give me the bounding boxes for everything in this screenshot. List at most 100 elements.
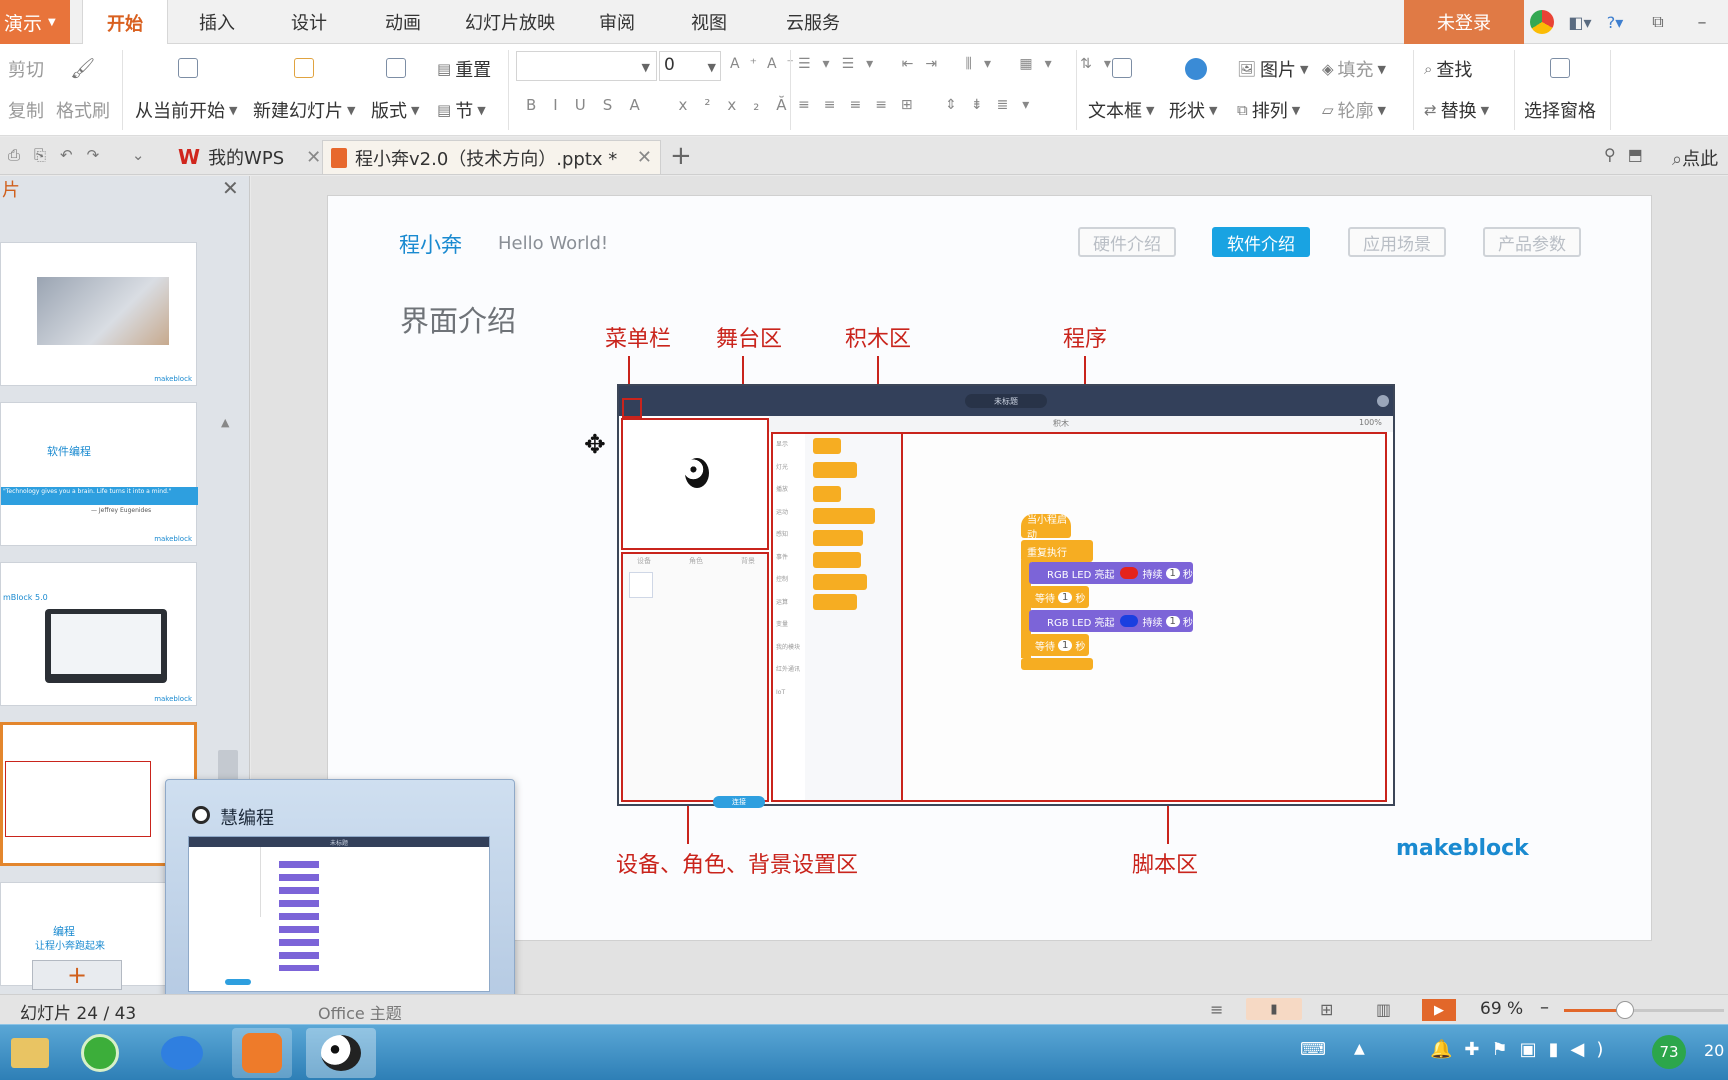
file-explorer-icon[interactable] xyxy=(0,1028,60,1078)
scroll-up-icon[interactable]: ▲ xyxy=(221,416,229,429)
format-painter-button[interactable]: 格式刷 xyxy=(56,97,110,123)
mock-stage xyxy=(621,418,769,550)
section-button[interactable]: ▤ 节 ▼ xyxy=(437,97,486,123)
font-grow-shrink-icons[interactable]: A⁺A⁻ xyxy=(730,56,804,72)
tab-tools-icons[interactable]: ⚲⬒ xyxy=(1604,145,1655,164)
normal-view-button[interactable]: ▮ xyxy=(1246,998,1302,1020)
cut-button[interactable]: 剪切 xyxy=(8,56,44,82)
arrange-label: 排列 xyxy=(1251,101,1288,122)
label-device-area: 设备、角色、背景设置区 xyxy=(616,853,859,878)
mock-wait-label: 等待 xyxy=(1035,641,1055,653)
slide-thumbnail-2[interactable]: 软件编程 "Technology gives you a brain. Life… xyxy=(0,402,198,546)
outline-button[interactable]: ▱ 轮廓 ▼ xyxy=(1322,97,1386,123)
selection-pane-icon xyxy=(1550,58,1570,78)
thumb-laptop-screen xyxy=(51,614,161,674)
taskbar: ⌨ ▲ 🔔✚⚑▣▮◀) 73 20 xyxy=(0,1024,1728,1080)
fill-button[interactable]: ◈ 填充 ▼ xyxy=(1322,56,1386,82)
tray-expand-icon[interactable]: ▲ xyxy=(1354,1041,1365,1057)
tab-review[interactable]: 审阅 xyxy=(584,0,650,44)
quick-access-icons[interactable]: ⎙⎘↶↷ ⌄ xyxy=(8,146,158,164)
battery-badge[interactable]: 73 xyxy=(1652,1035,1686,1069)
mock-device-card xyxy=(629,572,653,598)
close-icon[interactable]: ✕ xyxy=(222,176,239,200)
tab-slideshow[interactable]: 幻灯片放映 xyxy=(456,0,564,44)
thumb-subtitle: 让程小奔跑起来 xyxy=(35,941,105,952)
find-label: 查找 xyxy=(1436,60,1473,81)
nav-params-button[interactable]: 产品参数 xyxy=(1483,227,1581,257)
wps-p-icon xyxy=(242,1033,282,1073)
close-icon[interactable]: ✕ xyxy=(637,147,652,168)
add-slide-button[interactable]: + xyxy=(32,960,122,990)
wps-presentation-taskbar-icon[interactable] xyxy=(232,1028,292,1078)
nav-software-button[interactable]: 软件介绍 xyxy=(1212,227,1310,257)
paragraph-list-icons[interactable]: ☰▾☰▾ ⇤⇥ ⫼▾ ▦▾ ⇅▾ xyxy=(798,56,1123,72)
tray-icons[interactable]: 🔔✚⚑▣▮◀) xyxy=(1430,1039,1615,1060)
layout-button[interactable]: 版式 ▼ xyxy=(371,97,419,123)
tab-cloud[interactable]: 云服务 xyxy=(768,0,858,44)
browser-icon[interactable] xyxy=(1530,10,1554,34)
login-button[interactable]: 未登录 xyxy=(1404,0,1524,44)
battery-value: 73 xyxy=(1659,1043,1679,1061)
tab-insert[interactable]: 插入 xyxy=(184,0,250,44)
selection-pane-button[interactable]: 选择窗格 xyxy=(1524,97,1596,123)
slide-thumbnail-3[interactable]: mBlock 5.0 makeblock xyxy=(0,562,197,706)
keyboard-icon[interactable]: ⌨ xyxy=(1300,1039,1326,1060)
help-icon[interactable]: ?▾ xyxy=(1600,10,1630,34)
close-icon[interactable]: ✕ xyxy=(306,147,321,168)
font-size-select[interactable]: 0 ▼ xyxy=(659,51,721,81)
zoom-out-icon[interactable]: – xyxy=(1540,997,1549,1018)
ribbon-separator xyxy=(790,50,791,130)
font-style-icons[interactable]: BIUSA x²x₂Ă xyxy=(526,96,804,114)
nav-scenarios-button[interactable]: 应用场景 xyxy=(1348,227,1446,257)
clock[interactable]: 20 xyxy=(1704,1041,1724,1060)
tab-view[interactable]: 视图 xyxy=(676,0,742,44)
popup-mock-stage xyxy=(189,847,261,917)
tab-my-wps[interactable]: W 我的WPS ✕ xyxy=(170,140,329,174)
minimize-icon[interactable]: – xyxy=(1690,10,1714,34)
mblock-taskbar-icon[interactable] xyxy=(306,1028,376,1078)
zoom-slider[interactable] xyxy=(1564,1001,1724,1019)
tab-design[interactable]: 设计 xyxy=(276,0,342,44)
slide-thumbnail-1[interactable]: makeblock xyxy=(0,242,197,386)
tab-view-label: 视图 xyxy=(691,13,727,34)
caret-icon: ▼ xyxy=(707,61,716,74)
skin-icon[interactable]: ◧▾ xyxy=(1562,10,1598,34)
zoom-slider-thumb[interactable] xyxy=(1616,1001,1634,1019)
mock-led-blue-block: RGB LED 亮起 持续 1 秒 xyxy=(1029,610,1193,632)
nav-hardware-button[interactable]: 硬件介绍 xyxy=(1078,227,1176,257)
tab-animation[interactable]: 动画 xyxy=(370,0,436,44)
arrange-button[interactable]: ⧉ 排列 ▼ xyxy=(1237,97,1300,123)
search-hint[interactable]: ⌕点此 xyxy=(1672,145,1718,171)
slide[interactable]: 程小奔 Hello World! 硬件介绍 软件介绍 应用场景 产品参数 界面介… xyxy=(327,195,1652,941)
sorter-view-icon[interactable]: ⊞ xyxy=(1320,1000,1333,1019)
restore-icon[interactable]: ⧉ xyxy=(1646,10,1670,34)
tab-home[interactable]: 开始 xyxy=(82,0,168,45)
tab-cloud-label: 云服务 xyxy=(786,13,840,34)
cloud-app-icon[interactable] xyxy=(152,1028,212,1078)
find-button[interactable]: ⌕ 查找 xyxy=(1424,56,1472,82)
from-current-button[interactable]: 从当前开始 ▼ xyxy=(135,97,237,123)
new-tab-plus-icon[interactable]: + xyxy=(670,141,692,171)
play-slideshow-icon[interactable]: ▶ xyxy=(1422,999,1456,1021)
replace-button[interactable]: ⇄ 替换 ▼ xyxy=(1424,97,1489,123)
tab-document[interactable]: 程小奔v2.0（技术方向）.pptx * ✕ xyxy=(322,140,661,174)
picture-button[interactable]: 🖼 图片 ▼ xyxy=(1237,56,1309,82)
shape-label: 形状 xyxy=(1169,101,1205,122)
font-name-select[interactable]: ▼ xyxy=(516,51,657,81)
thumb-logo: makeblock xyxy=(154,695,192,703)
ribbon-separator xyxy=(1514,50,1515,130)
textbox-button[interactable]: 文本框 ▼ xyxy=(1088,97,1154,123)
copy-button[interactable]: 复制 xyxy=(8,97,44,123)
notes-icon[interactable]: ≡ xyxy=(1210,1000,1223,1019)
thumb-author: — Jeffrey Eugenides xyxy=(91,507,152,514)
browser-taskbar-icon[interactable] xyxy=(70,1028,130,1078)
new-slide-button[interactable]: 新建幻灯片 ▼ xyxy=(253,97,355,123)
paragraph-align-icons[interactable]: ≡≡≡≡⊞ ⇕⇟≣▾ xyxy=(798,97,1043,113)
reading-view-icon[interactable]: ▥ xyxy=(1376,1000,1391,1019)
mock-led-label: RGB LED 亮起 xyxy=(1047,569,1115,581)
play-from-current-icon xyxy=(178,58,198,78)
taskbar-preview-popup[interactable]: 慧编程 未标题 xyxy=(165,779,515,1017)
shape-button[interactable]: 形状 ▼ xyxy=(1169,97,1217,123)
reset-button[interactable]: ▤ 重置 xyxy=(437,56,491,82)
app-menu-button[interactable]: 演示 ▼ xyxy=(0,0,70,44)
